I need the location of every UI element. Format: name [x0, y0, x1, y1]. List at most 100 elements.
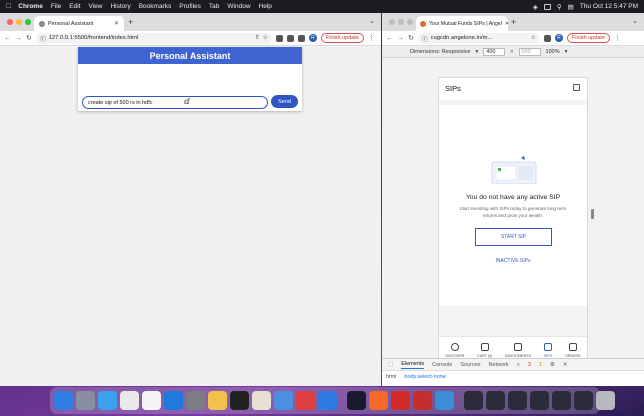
sidepanel-icon[interactable]: [297, 34, 305, 42]
tab-console[interactable]: Console: [432, 362, 452, 368]
window-thumbnail-icon[interactable]: [508, 391, 527, 410]
tab-angel-sips[interactable]: Your Mutual Funds SIPs | Angel ✕: [416, 16, 508, 31]
minimize-window-button[interactable]: [16, 19, 22, 25]
safari-icon[interactable]: [435, 391, 454, 410]
wifi-icon[interactable]: ◈: [533, 3, 538, 11]
menu-bookmarks[interactable]: Bookmarks: [139, 3, 172, 10]
terminal-icon[interactable]: [230, 391, 249, 410]
nav-investments[interactable]: INVESTMENTS: [505, 343, 531, 358]
app-store-icon[interactable]: [98, 391, 117, 410]
site-info-icon[interactable]: ⓘ: [422, 34, 428, 43]
calendar-icon[interactable]: [252, 391, 271, 410]
address-bar[interactable]: ⓘ 127.0.0.1:5500/frontend/index.html ⇧ ☆: [35, 32, 272, 44]
more-menu-icon[interactable]: ⋮: [368, 34, 375, 42]
error-count-badge[interactable]: 3: [528, 362, 531, 368]
loader-icon[interactable]: [347, 391, 366, 410]
forward-icon[interactable]: →: [15, 35, 22, 42]
nav-discover[interactable]: DISCOVER: [446, 343, 464, 358]
viewport-resize-handle[interactable]: [591, 209, 594, 219]
menu-view[interactable]: View: [89, 3, 103, 10]
tab-elements[interactable]: Elements: [401, 361, 425, 369]
url-text[interactable]: 127.0.0.1:5500/frontend/index.html: [49, 35, 139, 41]
window-thumbnail-icon[interactable]: [486, 391, 505, 410]
youtube-icon[interactable]: [391, 391, 410, 410]
tab-sources[interactable]: Sources: [460, 362, 480, 368]
close-devtools-icon[interactable]: ✕: [563, 362, 568, 368]
zoom-window-button[interactable]: [25, 19, 31, 25]
close-tab-icon[interactable]: ✕: [505, 21, 508, 27]
warning-count-badge[interactable]: 1: [539, 362, 542, 368]
menu-help[interactable]: Help: [259, 3, 272, 10]
zoom-select[interactable]: 100%: [546, 49, 560, 55]
breadcrumb-body[interactable]: body.select-none: [404, 374, 445, 380]
menu-clock[interactable]: Thu Oct 12 5:47 PM: [580, 3, 638, 10]
menu-history[interactable]: History: [110, 3, 130, 10]
address-bar[interactable]: ⓘ cugcdn.angelone.in/m... ☆: [417, 32, 540, 44]
menu-file[interactable]: File: [51, 3, 61, 10]
finish-update-button[interactable]: Finish update: [566, 33, 610, 43]
apple-icon[interactable]: : [6, 3, 11, 10]
tab-search-icon[interactable]: ⌄: [369, 17, 375, 25]
bookmark-star-icon[interactable]: ☆: [263, 35, 268, 41]
url-text[interactable]: cugcdn.angelone.in/m...: [431, 35, 493, 41]
profile-avatar[interactable]: R: [554, 34, 563, 42]
reload-icon[interactable]: ↻: [408, 34, 414, 42]
mail-icon[interactable]: [142, 391, 161, 410]
nav-orders[interactable]: ORDERS: [565, 343, 580, 358]
menu-window[interactable]: Window: [227, 3, 250, 10]
tab-network[interactable]: Network: [489, 362, 509, 368]
notes-icon[interactable]: [120, 391, 139, 410]
battery-icon[interactable]: [543, 3, 551, 10]
new-tab-button[interactable]: +: [128, 17, 133, 27]
tab-personal-assistant[interactable]: Personal Assistant ✕: [34, 16, 124, 31]
control-center-icon[interactable]: ▤: [568, 3, 574, 11]
slack-icon[interactable]: [296, 391, 315, 410]
new-tab-button[interactable]: +: [511, 17, 516, 27]
breadcrumb-html[interactable]: html: [386, 374, 396, 380]
share-icon[interactable]: ⇧: [255, 35, 260, 41]
inspect-icon[interactable]: ⬚: [388, 362, 393, 368]
site-info-icon[interactable]: ⓘ: [40, 34, 46, 43]
menu-profiles[interactable]: Profiles: [179, 3, 201, 10]
dimensions-select[interactable]: Dimensions: Responsive: [410, 49, 471, 55]
extension-icon[interactable]: [275, 34, 283, 42]
settings-gear-icon[interactable]: ⚙: [550, 362, 555, 368]
reload-icon[interactable]: ↻: [26, 34, 32, 42]
trash-icon[interactable]: [596, 391, 615, 410]
start-sip-button[interactable]: START SIP: [475, 228, 552, 246]
close-window-button[interactable]: [7, 19, 13, 25]
menu-edit[interactable]: Edit: [69, 3, 80, 10]
finish-update-button[interactable]: Finish update: [320, 33, 364, 43]
window-thumbnail-icon[interactable]: [574, 391, 593, 410]
chrome-icon[interactable]: [274, 391, 293, 410]
stickies-icon[interactable]: [208, 391, 227, 410]
window-thumbnail-icon[interactable]: [464, 391, 483, 410]
menu-tab[interactable]: Tab: [209, 3, 219, 10]
send-button[interactable]: Send: [271, 95, 298, 108]
minimize-window-button[interactable]: [398, 19, 404, 25]
extension-icon[interactable]: [543, 34, 551, 42]
bookmark-star-icon[interactable]: ☆: [531, 35, 536, 41]
record-icon[interactable]: [413, 391, 432, 410]
profile-avatar[interactable]: R: [308, 34, 317, 42]
close-tab-icon[interactable]: ✕: [114, 20, 119, 27]
height-input[interactable]: 550: [518, 47, 541, 56]
help-icon[interactable]: [573, 84, 580, 91]
more-tabs-icon[interactable]: »: [517, 362, 520, 368]
more-menu-icon[interactable]: ⋮: [614, 34, 621, 42]
back-icon[interactable]: ←: [4, 35, 11, 42]
menu-app-name[interactable]: Chrome: [18, 3, 43, 10]
window-thumbnail-icon[interactable]: [530, 391, 549, 410]
vscode-icon[interactable]: [318, 391, 337, 410]
message-input[interactable]: create sip of 500 rs in hdfc: [82, 96, 268, 109]
settings-icon[interactable]: [186, 391, 205, 410]
nav-sips[interactable]: SIPS: [544, 343, 552, 358]
testflight-icon[interactable]: [164, 391, 183, 410]
inactive-sips-link[interactable]: INACTIVE SIPs: [439, 258, 587, 264]
back-icon[interactable]: ←: [386, 35, 393, 42]
search-icon[interactable]: ⚲: [557, 3, 562, 11]
close-window-button[interactable]: [389, 19, 395, 25]
tab-search-icon[interactable]: ⌄: [632, 17, 638, 25]
forward-icon[interactable]: →: [397, 35, 404, 42]
launchpad-icon[interactable]: [76, 391, 95, 410]
